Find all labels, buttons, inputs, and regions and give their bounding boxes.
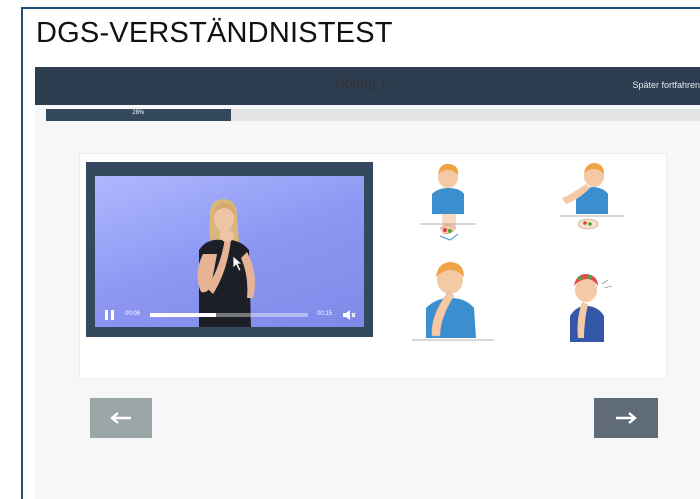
exercise-title: Übung 1 <box>334 75 388 91</box>
video-seek-bar[interactable] <box>150 313 308 317</box>
mute-icon[interactable] <box>342 309 356 321</box>
video-seek-fill <box>150 313 217 317</box>
answer-choice-2[interactable] <box>542 160 638 244</box>
arrow-right-icon <box>616 412 637 424</box>
progress-bar: 28% <box>46 109 700 121</box>
sign-chest-icon <box>420 163 476 241</box>
arrow-left-icon <box>110 412 131 424</box>
current-time: 00:06 <box>125 311 141 317</box>
exercise-panel: 00:06 00:15 <box>79 153 667 379</box>
sign-head-icon <box>570 274 613 342</box>
next-button[interactable] <box>594 398 658 438</box>
sign-chin-icon <box>412 262 494 341</box>
video-player[interactable]: 00:06 00:15 <box>86 162 373 337</box>
previous-button[interactable] <box>90 398 152 438</box>
answer-choice-4[interactable] <box>542 258 638 354</box>
duration-time: 00:15 <box>317 311 333 317</box>
document-title: DGS-VERSTÄNDNISTEST <box>36 17 393 49</box>
document-frame: DGS-VERSTÄNDNISTEST Später fortfahren 28… <box>21 7 700 499</box>
progress-label: 28% <box>132 110 145 116</box>
video-controls: 00:06 00:15 <box>95 301 364 327</box>
sign-mouth-icon <box>560 163 624 230</box>
video-screen[interactable]: 00:06 00:15 <box>95 176 364 327</box>
answer-choice-1[interactable] <box>402 160 498 244</box>
progress-bar-fill: 28% <box>46 109 231 121</box>
pause-button[interactable] <box>105 310 115 320</box>
answer-choice-3[interactable] <box>402 258 502 354</box>
